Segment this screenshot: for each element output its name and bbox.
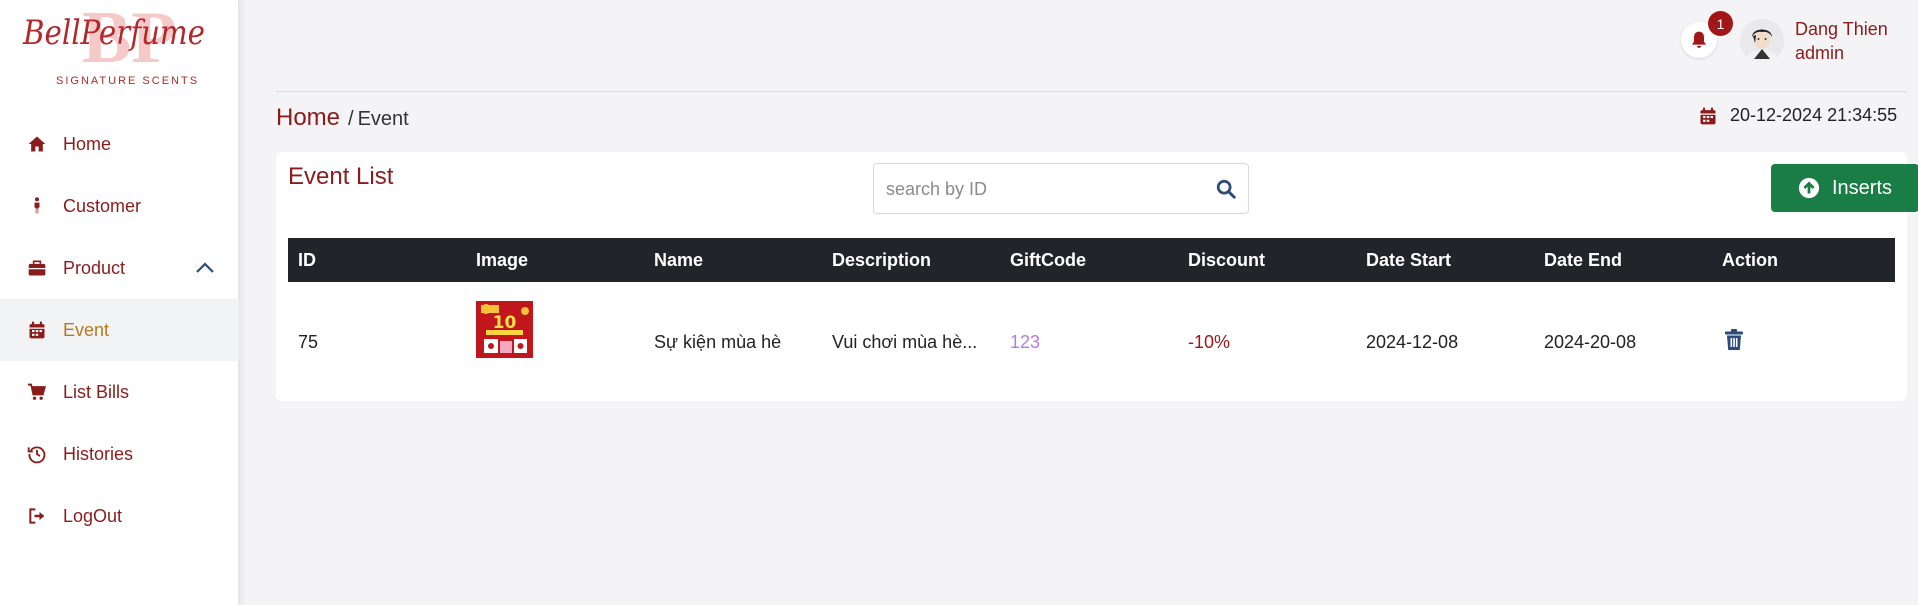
person-icon <box>26 195 48 217</box>
sidebar-item-label: List Bills <box>63 381 130 402</box>
card-title: Event List <box>288 163 394 190</box>
column-header: Action <box>1722 249 1778 270</box>
column-header: Date End <box>1544 249 1623 270</box>
user-name: Dang Thien <box>1795 19 1888 39</box>
home-icon <box>26 133 48 155</box>
breadcrumb-current: Event <box>357 108 409 130</box>
sidebar-item-histories[interactable]: Histories <box>0 423 239 485</box>
current-datetime: 20-12-2024 21:34:55 <box>1698 105 1897 126</box>
column-header: Date Start <box>1366 249 1452 270</box>
cell-image: 10 <box>466 300 644 358</box>
breadcrumb-home[interactable]: Home <box>276 104 340 132</box>
sidebar-item-event[interactable]: Event <box>0 299 239 361</box>
sidebar: BP BellPerfume SIGNATURE SCENTS Home Cus… <box>0 0 239 605</box>
event-table: ID Image Name Description GiftCode Disco… <box>288 238 1895 402</box>
insert-button[interactable]: Inserts <box>1771 164 1918 212</box>
cell-date-start: 2024-12-08 <box>1366 331 1459 352</box>
header-divider <box>276 91 1907 92</box>
sidebar-item-label: LogOut <box>63 505 123 526</box>
bell-icon <box>1691 31 1707 48</box>
cell-date-end: 2024-20-08 <box>1544 331 1637 352</box>
search-icon[interactable] <box>1215 178 1237 200</box>
sidebar-item-customer[interactable]: Customer <box>0 175 239 237</box>
briefcase-icon <box>26 257 48 279</box>
event-list-card: Event List Inserts ID Image Name Descrip… <box>276 152 1918 402</box>
calendar-icon <box>1700 107 1716 124</box>
cell-name: Sự kiện mùa hè <box>654 331 782 352</box>
sidebar-nav: Home Customer Product Event List Bills H… <box>0 113 239 547</box>
arrow-up-circle-icon <box>1798 177 1820 199</box>
history-icon <box>26 443 48 465</box>
logo-wordmark: BellPerfume <box>22 13 205 53</box>
cell-description: Vui chơi mùa hè... <box>832 331 978 352</box>
cell-id: 75 <box>298 331 319 352</box>
sidebar-item-label: Event <box>63 319 110 340</box>
column-header: GiftCode <box>1010 249 1086 270</box>
trash-icon[interactable] <box>1724 328 1744 351</box>
cell-discount: -10% <box>1188 331 1231 352</box>
column-header: Image <box>476 249 529 270</box>
column-header: Name <box>654 249 704 270</box>
brand-logo[interactable]: BP BellPerfume SIGNATURE SCENTS <box>20 0 220 96</box>
avatar[interactable] <box>1740 19 1784 63</box>
search-input[interactable] <box>886 176 1196 202</box>
sidebar-item-list-bills[interactable]: List Bills <box>0 361 239 423</box>
chevron-up-icon[interactable] <box>195 259 215 277</box>
user-role: admin <box>1795 43 1845 63</box>
sidebar-item-label: Customer <box>63 195 142 216</box>
sidebar-item-label: Product <box>63 257 126 278</box>
notification-badge: 1 <box>1708 11 1733 36</box>
sidebar-item-product[interactable]: Product <box>0 237 239 299</box>
cart-icon <box>26 381 48 403</box>
column-header: Discount <box>1188 249 1266 270</box>
breadcrumb: Home / Event <box>276 104 409 132</box>
sidebar-item-logout[interactable]: LogOut <box>0 485 239 547</box>
cell-action <box>1712 328 1895 356</box>
cell-giftcode: 123 <box>1010 331 1041 352</box>
column-header: Description <box>832 249 932 270</box>
logo-tagline: SIGNATURE SCENTS <box>56 75 199 87</box>
search-box <box>873 163 1249 214</box>
sidebar-item-label: Home <box>63 133 112 154</box>
sidebar-item-home[interactable]: Home <box>0 113 239 175</box>
logout-icon <box>26 505 48 527</box>
event-thumbnail[interactable]: 10 <box>476 300 533 358</box>
calendar-icon <box>26 319 48 341</box>
table-header: ID Image Name Description GiftCode Disco… <box>288 238 1895 282</box>
table-row[interactable]: 75 10 Sự kiện mùa hè Vui chơi mùa hè... … <box>288 282 1895 402</box>
breadcrumb-separator: / <box>348 108 354 130</box>
datetime-text: 20-12-2024 21:34:55 <box>1730 105 1898 125</box>
sidebar-item-label: Histories <box>63 443 134 464</box>
column-header: ID <box>298 249 316 270</box>
insert-button-label: Inserts <box>1831 176 1893 199</box>
main-content: 1 Dang Thien admin Home / Event 20-12-20… <box>239 0 1918 605</box>
logo-graphic: BP BellPerfume SIGNATURE SCENTS <box>22 0 205 87</box>
